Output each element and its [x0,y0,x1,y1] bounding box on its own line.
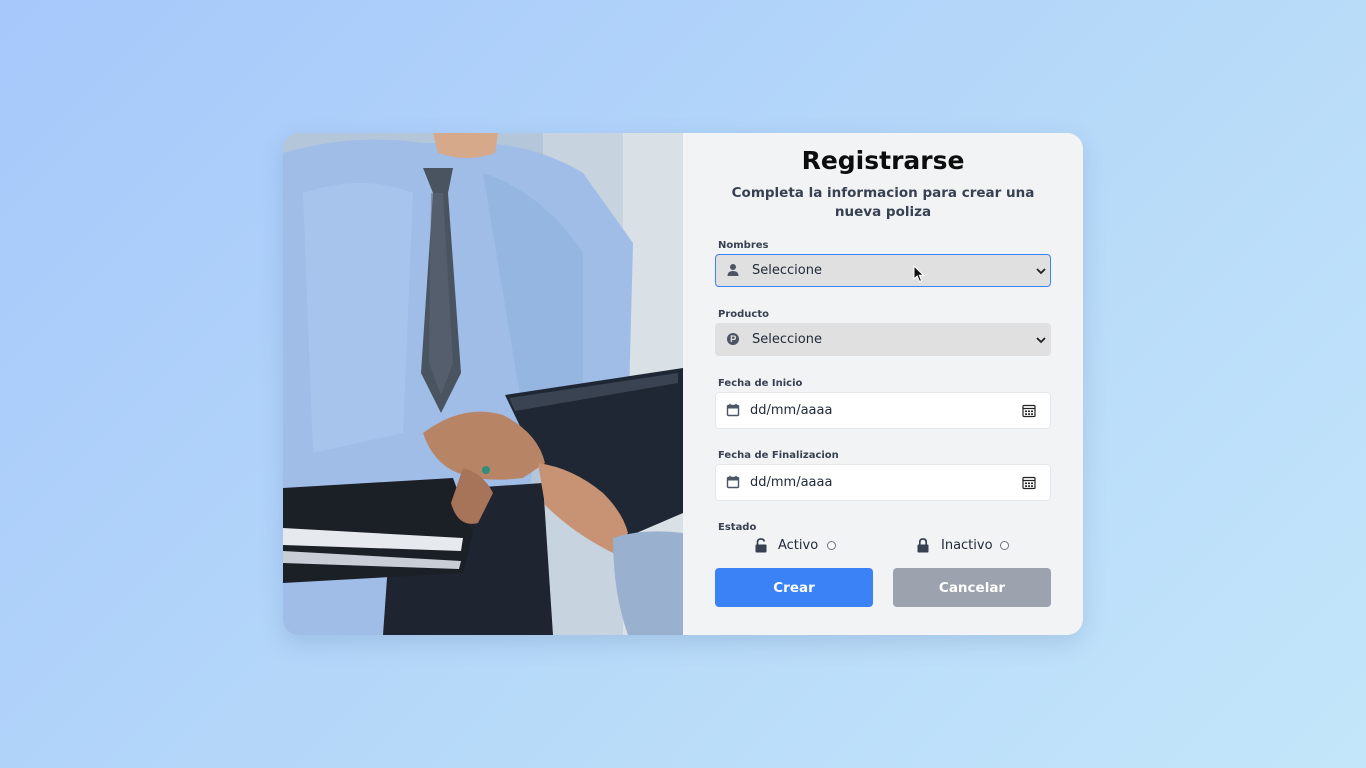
fecha-fin-placeholder: dd/mm/aaaa [750,475,833,490]
handshake-photo [283,133,683,635]
unlock-icon [755,538,767,553]
nombres-value: Seleccione [752,263,822,278]
producto-value: Seleccione [752,332,822,347]
fecha-fin-input[interactable]: dd/mm/aaaa [715,464,1051,501]
form-subtitle: Completa la informacion para crear una n… [731,185,1035,220]
form-title: Registrarse [801,146,965,175]
register-card: Registrarse Completa la informacion para… [283,133,1083,635]
inactivo-radio[interactable] [1000,541,1009,550]
calendar-icon [726,403,740,417]
nombres-label: Nombres [718,240,769,251]
calendar-picker-icon[interactable] [1022,476,1036,490]
fecha-inicio-input[interactable]: dd/mm/aaaa [715,392,1051,429]
producto-select[interactable]: Seleccione [715,323,1051,356]
cancelar-button[interactable]: Cancelar [893,568,1051,607]
user-icon [727,264,739,276]
estado-activo-option[interactable]: Activo [754,537,854,555]
calendar-picker-icon[interactable] [1022,404,1036,418]
inactivo-label: Inactivo [941,538,993,553]
mouse-cursor-icon [913,265,925,283]
calendar-icon [726,475,740,489]
crear-button[interactable]: Crear [715,568,873,607]
p-circle-icon [727,333,739,345]
activo-radio[interactable] [827,541,836,550]
registration-form: Registrarse Completa la informacion para… [683,133,1083,635]
chevron-down-icon [1036,268,1046,275]
producto-label: Producto [718,309,769,320]
estado-inactivo-option[interactable]: Inactivo [916,537,1016,555]
chevron-down-icon [1036,337,1046,344]
activo-label: Activo [778,538,819,553]
lock-icon [917,538,929,553]
fecha-fin-label: Fecha de Finalizacion [718,450,839,461]
estado-label: Estado [718,522,757,533]
nombres-select[interactable]: Seleccione [715,254,1051,287]
fecha-inicio-label: Fecha de Inicio [718,378,803,389]
fecha-inicio-placeholder: dd/mm/aaaa [750,403,833,418]
